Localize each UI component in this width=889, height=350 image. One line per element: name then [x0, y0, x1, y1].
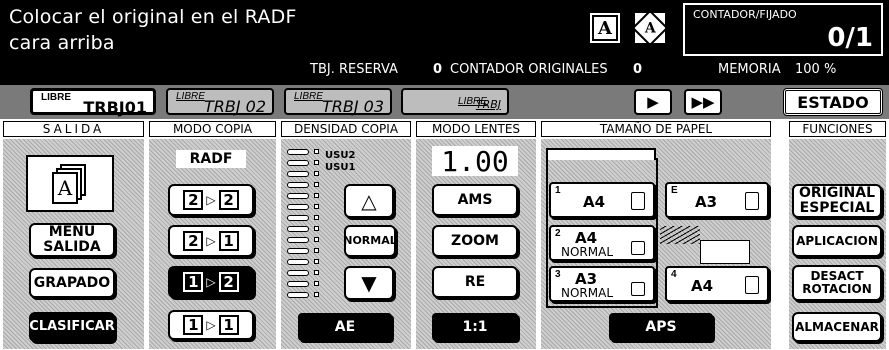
density-level-dot — [314, 226, 319, 231]
radf-label: RADF — [176, 150, 246, 168]
section-papel-header: TAMAÑO DE PAPEL — [541, 121, 771, 137]
clasificar-button[interactable]: CLASIFICAR — [29, 312, 115, 342]
next-job-button[interactable]: ▶ — [634, 89, 672, 115]
usu2-label: USU2 — [325, 149, 356, 161]
original-especial-button[interactable]: ORIGINAL ESPECIAL — [792, 184, 882, 218]
density-level-dot — [314, 237, 319, 242]
tray-bypass[interactable]: E A3 — [665, 182, 769, 218]
density-level-bar — [287, 248, 309, 254]
tray-3[interactable]: 3 A3 NORMAL — [549, 266, 655, 302]
density-level-dot — [314, 182, 319, 187]
photo-mode-icon: A — [631, 9, 669, 47]
job-tab-1[interactable]: LIBRE TRBJ01 — [30, 88, 156, 117]
tray-4[interactable]: 4 A4 — [665, 266, 769, 302]
density-level-dot — [314, 171, 319, 176]
density-level-dot — [314, 270, 319, 275]
paper-normal-icon — [631, 282, 645, 296]
job-tab-3[interactable]: LIBRE TRBJ 03 — [284, 88, 392, 116]
density-level-bar — [287, 149, 309, 155]
tray-2[interactable]: 2 A4 NORMAL — [549, 225, 655, 261]
aplicacion-button[interactable]: APLICACION — [792, 225, 882, 257]
auto-exposure-button[interactable]: AE — [298, 313, 392, 341]
reserve-value: 0 — [433, 62, 443, 77]
zoom-button[interactable]: ZOOM — [432, 225, 518, 257]
job-queue-row: LIBRE TRBJ01 LIBRE TRBJ 02 LIBRE TRBJ 03… — [0, 85, 889, 119]
section-salida-header: SALIDA — [3, 121, 144, 137]
density-level-bar — [287, 292, 309, 298]
copy-mode-option[interactable]: 2 ▷ 1 — [168, 225, 254, 257]
job-tab-2[interactable]: LIBRE TRBJ 02 — [166, 88, 274, 116]
density-normal-button[interactable]: NORMAL — [343, 225, 397, 257]
section-modo-lentes-header: MODO LENTES — [416, 121, 536, 137]
density-level-bar — [287, 160, 309, 166]
menu-salida-button[interactable]: MENU SALIDA — [29, 223, 115, 257]
density-level-dot — [314, 204, 319, 209]
density-level-bar — [287, 215, 309, 221]
usu1-label: USU1 — [325, 161, 356, 173]
density-level-dot — [314, 292, 319, 297]
section-densidad-header: DENSIDAD COPIA — [281, 121, 411, 137]
density-level-bar — [287, 281, 309, 287]
originals-value: 0 — [633, 62, 643, 77]
density-level-bar — [287, 259, 309, 265]
density-level-bar — [287, 182, 309, 188]
density-level-dot — [314, 193, 319, 198]
ams-button[interactable]: AMS — [432, 184, 518, 216]
job-tab-4[interactable]: LIBRE TRBJ — [401, 88, 509, 115]
status-button[interactable]: ESTADO — [783, 88, 883, 116]
memory-label: MEMORIA — [718, 62, 781, 77]
paper-normal-icon — [631, 241, 645, 255]
counter-value: 0/1 — [827, 23, 873, 53]
paper-path-box — [700, 240, 750, 264]
paper-stack-icon — [745, 276, 759, 294]
copy-mode-option[interactable]: 1 ▷ 1 — [168, 310, 254, 340]
counter-label: CONTADOR/FIJADO — [693, 8, 797, 21]
aps-button[interactable]: APS — [609, 313, 713, 341]
density-level-bar — [287, 226, 309, 232]
status-header: Colocar el original en el RADF cara arri… — [0, 0, 889, 85]
copy-mode-option[interactable]: 2 ▷ 2 — [168, 184, 254, 216]
zoom-ratio-display: 1.00 — [432, 145, 518, 178]
density-level-dot — [314, 149, 319, 154]
last-job-button[interactable]: ▶▶ — [684, 89, 722, 115]
density-level-dot — [314, 259, 319, 264]
counter-display: CONTADOR/FIJADO 0/1 — [683, 3, 883, 56]
instruction-message-line2: cara arriba — [9, 32, 115, 54]
density-lighter-button[interactable]: △ — [344, 184, 394, 218]
bypass-feed-icon — [745, 192, 759, 210]
density-level-bar — [287, 204, 309, 210]
originals-label: CONTADOR ORIGINALES — [450, 62, 608, 77]
almacenar-button[interactable]: ALMACENAR — [792, 312, 882, 342]
density-level-dot — [314, 160, 319, 165]
density-level-bar — [287, 171, 309, 177]
section-modo-copia-header: MODO COPIA — [149, 121, 276, 137]
density-level-bar — [287, 270, 309, 276]
one-to-one-button[interactable]: 1:1 — [432, 313, 518, 341]
density-level-dot — [314, 281, 319, 286]
density-level-dot — [314, 248, 319, 253]
density-darker-button[interactable]: ▼ — [344, 266, 394, 300]
copy-mode-option[interactable]: 1 ▷ 2 — [168, 266, 254, 298]
text-mode-icon: A — [590, 13, 620, 43]
output-tray-icon: A — [26, 155, 114, 212]
density-level-bar — [287, 193, 309, 199]
memory-value: 100 % — [795, 62, 837, 77]
density-scale — [287, 149, 323, 307]
paper-path — [660, 226, 700, 244]
paper-stack-icon — [631, 192, 645, 210]
section-funciones-header: FUNCIONES — [789, 121, 886, 137]
desact-rotacion-button[interactable]: DESACT ROTACION — [792, 265, 882, 301]
density-level-dot — [314, 215, 319, 220]
grapado-button[interactable]: GRAPADO — [29, 268, 115, 298]
reserve-label: TBJ. RESERVA — [310, 62, 398, 77]
density-level-bar — [287, 237, 309, 243]
status-line: TBJ. RESERVA 0 CONTADOR ORIGINALES 0 MEM… — [0, 62, 889, 80]
re-button[interactable]: RE — [432, 266, 518, 298]
tray-1[interactable]: 1 A4 — [549, 182, 655, 218]
instruction-message: Colocar el original en el RADF — [9, 6, 297, 28]
